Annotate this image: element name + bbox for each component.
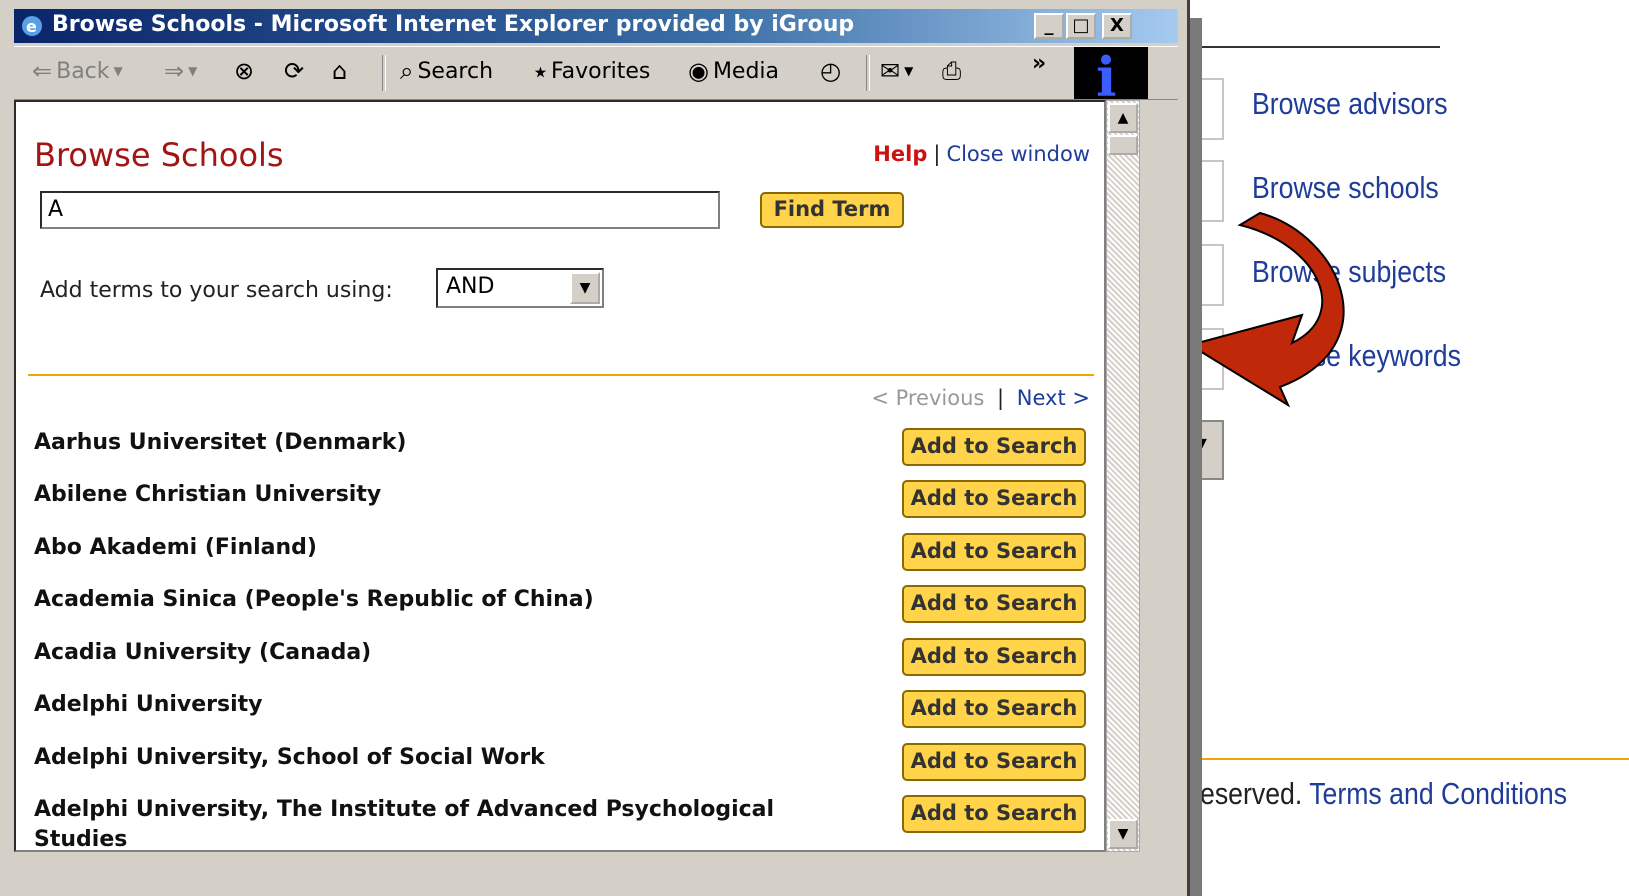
add-to-search-button[interactable]: Add to Search (902, 533, 1086, 571)
browser-window: e Browse Schools - Microsoft Internet Ex… (0, 0, 1190, 896)
chevron-down-icon: ▼ (904, 64, 914, 78)
school-name: Acadia University (Canada) (34, 640, 372, 665)
home-button[interactable]: ⌂ (332, 57, 347, 85)
page-title: Browse Schools (34, 136, 284, 174)
search-label: Search (417, 58, 494, 84)
school-name: Academia Sinica (People's Republic of Ch… (34, 587, 594, 612)
close-button[interactable]: X (1102, 13, 1132, 39)
svg-text:e: e (26, 17, 37, 36)
chevron-down-icon[interactable]: ▼ (570, 272, 600, 304)
home-icon: ⌂ (332, 57, 348, 85)
vertical-scrollbar[interactable]: ▲ ▼ (1106, 100, 1140, 852)
school-name: Abilene Christian University (34, 482, 382, 507)
page-content: Browse Schools Help | Close window A Find … (14, 100, 1106, 852)
previous-link: < Previous (871, 386, 985, 410)
mail-button[interactable]: ✉ ▼ (880, 57, 913, 85)
chevron-down-icon: ▼ (1117, 826, 1129, 842)
ie-logo-icon: e (22, 16, 42, 36)
operator-select[interactable]: AND ▼ (436, 268, 604, 308)
add-to-search-button[interactable]: Add to Search (902, 795, 1086, 833)
media-button[interactable]: ◉ Media (688, 57, 779, 85)
favorites-label: Favorites (550, 58, 651, 84)
help-link[interactable]: Help (873, 142, 927, 166)
igroup-logo: i (1074, 45, 1148, 109)
scroll-up-button[interactable]: ▲ (1108, 103, 1138, 133)
background-rule (1180, 46, 1440, 48)
window-title: Browse Schools - Microsoft Internet Expl… (52, 12, 855, 37)
add-to-search-button[interactable]: Add to Search (902, 743, 1086, 781)
favorites-button[interactable]: ⭑ Favorites (534, 57, 650, 85)
history-icon: ◴ (820, 57, 841, 85)
chevron-down-icon: ▼ (113, 64, 123, 78)
stop-button[interactable]: ⊗ (234, 57, 254, 85)
school-name: Adelphi University, The Institute of Adv… (34, 797, 775, 852)
school-name: Adelphi University (34, 692, 263, 717)
minimize-button[interactable]: _ (1034, 13, 1064, 39)
browser-toolbar: ⇐ Back ▼ ⇒ ▼ ⊗ ⟳ ⌂ ⌕ Search ⭑ Favorites … (14, 45, 1178, 109)
help-links: Help | Close window (873, 142, 1090, 166)
add-to-search-button[interactable]: Add to Search (902, 638, 1086, 676)
mail-icon: ✉ (880, 57, 901, 85)
pagination: < Previous | Next > (871, 386, 1090, 410)
print-button[interactable]: ⎙ (942, 57, 961, 85)
close-window-link[interactable]: Close window (946, 142, 1090, 166)
pager-separator: | (997, 386, 1005, 410)
operator-value: AND (446, 274, 495, 299)
section-divider (28, 374, 1094, 376)
title-bar: e Browse Schools - Microsoft Internet Ex… (14, 9, 1178, 43)
find-term-button[interactable]: Find Term (760, 192, 904, 228)
refresh-button[interactable]: ⟳ (284, 57, 304, 85)
add-terms-label: Add terms to your search using: (40, 278, 393, 303)
school-name: Abo Akademi (Finland) (34, 535, 317, 560)
printer-icon: ⎙ (942, 57, 962, 85)
forward-arrow-icon: ⇒ (164, 57, 185, 85)
history-button[interactable]: ◴ (820, 57, 841, 85)
search-input[interactable]: A (40, 191, 720, 229)
media-label: Media (712, 58, 780, 84)
footer-text: eserved. (1200, 776, 1303, 811)
school-name: Adelphi University, School of Social Wor… (34, 745, 545, 770)
chevron-down-icon: ▼ (188, 64, 198, 78)
terms-link[interactable]: Terms and Conditions (1309, 776, 1567, 811)
add-to-search-button[interactable]: Add to Search (902, 428, 1086, 466)
refresh-icon: ⟳ (284, 57, 305, 85)
toolbar-separator (382, 55, 386, 91)
maximize-button[interactable]: □ (1066, 13, 1096, 39)
back-label: Back (56, 58, 110, 84)
browse-advisors-link[interactable]: Browse advisors (1252, 86, 1448, 122)
curved-arrow-icon (1190, 211, 1345, 408)
forward-button[interactable]: ⇒ ▼ (164, 57, 197, 85)
media-icon: ◉ (688, 57, 709, 85)
back-arrow-icon: ⇐ (32, 57, 53, 85)
search-button[interactable]: ⌕ Search (400, 57, 493, 85)
school-name: Aarhus Universitet (Denmark) (34, 430, 407, 455)
window-shadow (1190, 18, 1202, 896)
next-link[interactable]: Next > (1017, 386, 1090, 410)
add-to-search-button[interactable]: Add to Search (902, 480, 1086, 518)
background-footer: eserved. Terms and Conditions (1200, 776, 1567, 812)
search-icon: ⌕ (400, 57, 414, 85)
chevron-up-icon: ▲ (1117, 110, 1129, 126)
add-to-search-button[interactable]: Add to Search (902, 690, 1086, 728)
star-icon: ⭑ (534, 57, 547, 85)
toolbar-overflow-button[interactable]: » (1032, 51, 1046, 76)
back-button[interactable]: ⇐ Back ▼ (32, 57, 123, 85)
toolbar-separator (866, 55, 870, 91)
add-to-search-button[interactable]: Add to Search (902, 585, 1086, 623)
scroll-down-button[interactable]: ▼ (1108, 819, 1138, 849)
link-separator: | (933, 142, 941, 166)
stop-icon: ⊗ (234, 57, 255, 85)
scroll-thumb[interactable] (1108, 135, 1138, 155)
